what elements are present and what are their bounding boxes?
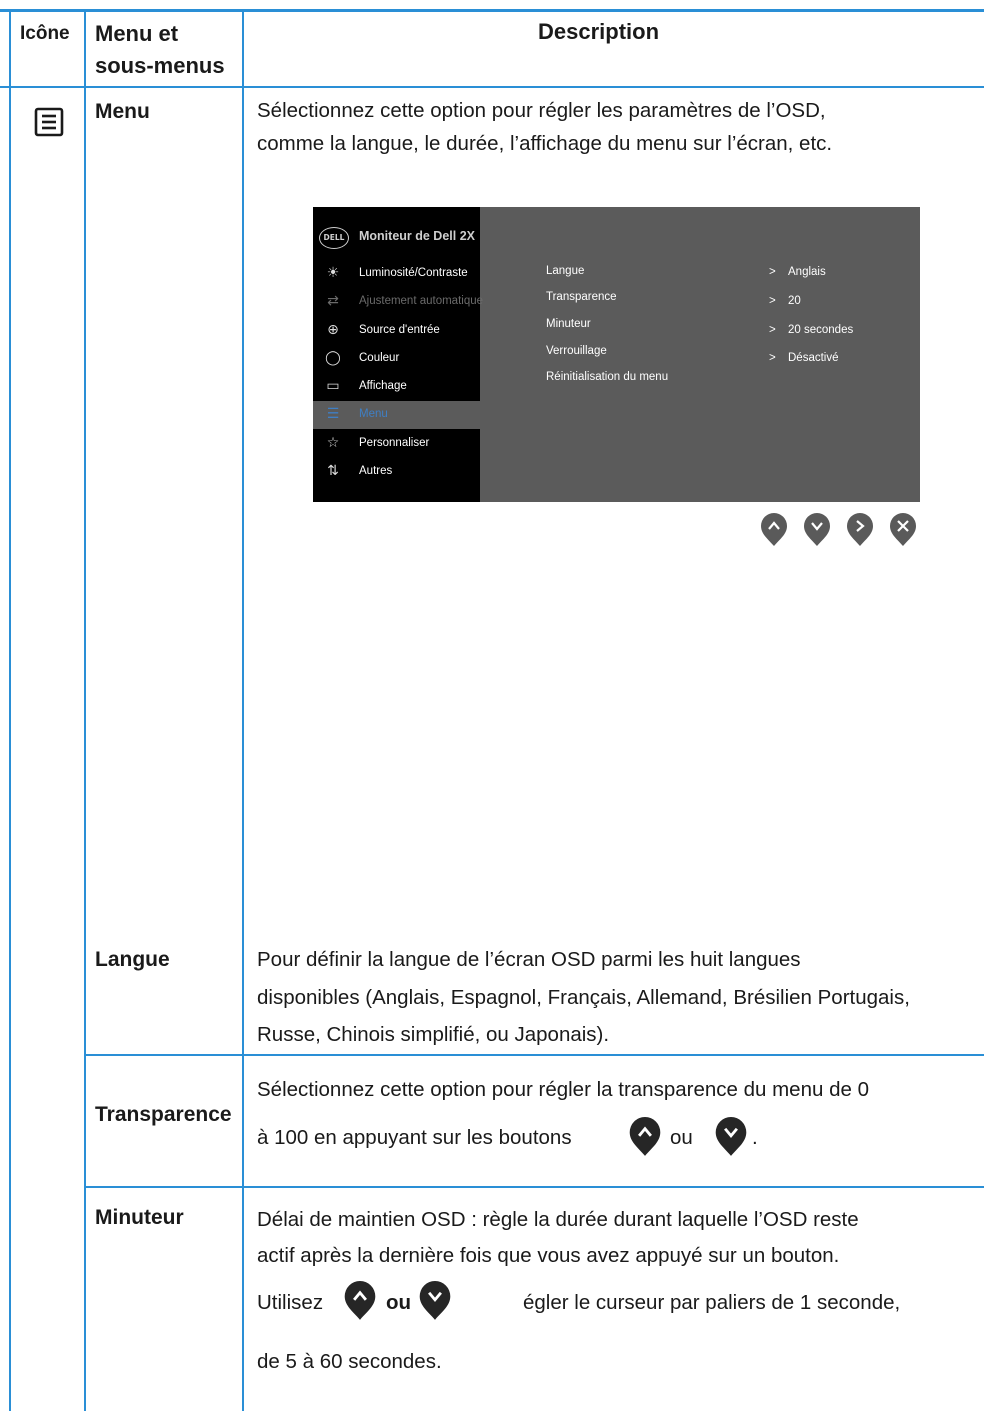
desc-transparence-line1: Sélectionnez cette option pour régler la… bbox=[257, 1078, 869, 1101]
osd-item-menu[interactable]: ☰ Menu bbox=[313, 401, 480, 429]
desc-transparence-line2c: . bbox=[752, 1126, 758, 1149]
osd-item-label: Luminosité/Contraste bbox=[359, 267, 468, 279]
down-button-inline bbox=[418, 1281, 452, 1321]
osd-arrow-verrouillage: > bbox=[769, 352, 776, 364]
desc-minuteur-line3a: Utilisez bbox=[257, 1291, 324, 1314]
chevron-up-icon bbox=[761, 513, 787, 546]
osd-value-verrouillage: Désactivé bbox=[788, 352, 839, 364]
header-menu-col-line1: Menu et bbox=[95, 21, 179, 46]
osd-item-luminosite[interactable]: ☀ Luminosité/Contraste bbox=[313, 260, 480, 288]
desc-transparence-line2a: à 100 en appuyant sur les boutons bbox=[257, 1126, 572, 1149]
osd-item-label: Ajustement automatique bbox=[359, 295, 484, 307]
osd-item-label: Affichage bbox=[359, 380, 407, 392]
brightness-icon: ☀ bbox=[326, 265, 340, 281]
term-minuteur: Minuteur bbox=[95, 1206, 184, 1229]
desc-minuteur-line2: actif après la dernière fois que vous av… bbox=[257, 1244, 840, 1267]
desc-menu-line1: Sélectionnez cette option pour régler le… bbox=[257, 99, 826, 122]
osd-item-label: Menu bbox=[359, 408, 388, 420]
header-icon-col: Icône bbox=[20, 23, 70, 44]
osd-value-minuteur: 20 secondes bbox=[788, 324, 854, 336]
right-button[interactable] bbox=[846, 513, 874, 547]
osd-setting-minuteur[interactable]: Minuteur bbox=[546, 318, 591, 330]
chevron-down-icon bbox=[804, 513, 830, 546]
desc-menu-line2: comme la langue, le durée, l’affichage d… bbox=[257, 132, 833, 155]
desc-langue-line2: disponibles (Anglais, Espagnol, Français… bbox=[257, 986, 910, 1009]
osd-setting-verrouillage[interactable]: Verrouillage bbox=[546, 345, 607, 357]
osd-screenshot: DELL Moniteur de Dell 2X ☀ Luminosité/Co… bbox=[313, 207, 920, 502]
desc-langue-line3: Russe, Chinois simplifié, ou Japonais). bbox=[257, 1023, 610, 1046]
chevron-up-icon bbox=[344, 1281, 376, 1320]
chevron-up-icon bbox=[629, 1117, 661, 1156]
color-icon: ◯ bbox=[325, 350, 341, 366]
term-transparence: Transparence bbox=[95, 1103, 232, 1126]
term-col-rule bbox=[242, 10, 244, 1411]
row-rule-transparence bbox=[84, 1186, 984, 1188]
others-icon: ⇅ bbox=[327, 463, 339, 479]
term-langue: Langue bbox=[95, 948, 170, 971]
osd-setting-transparence[interactable]: Transparence bbox=[546, 291, 617, 303]
display-icon: ▭ bbox=[326, 378, 340, 394]
row-rule-langue bbox=[84, 1054, 984, 1056]
auto-adjust-icon: ⇄ bbox=[327, 293, 339, 309]
menu-icon: ☰ bbox=[326, 406, 340, 422]
osd-item-autres[interactable]: ⇅ Autres bbox=[313, 458, 480, 486]
down-button-inline bbox=[714, 1117, 748, 1157]
osd-value-transparence: 20 bbox=[788, 295, 801, 307]
desc-minuteur-line1: Délai de maintien OSD : règle la durée d… bbox=[257, 1208, 859, 1231]
up-button-inline bbox=[343, 1281, 377, 1321]
star-icon: ☆ bbox=[326, 435, 340, 451]
osd-arrow-transparence: > bbox=[769, 295, 776, 307]
table-left-rule bbox=[9, 10, 11, 1411]
osd-item-label: Couleur bbox=[359, 352, 400, 364]
osd-setting-langue[interactable]: Langue bbox=[546, 265, 584, 277]
menu-icon bbox=[34, 107, 64, 142]
osd-arrow-minuteur: > bbox=[769, 324, 776, 336]
close-button[interactable] bbox=[889, 513, 917, 547]
chevron-down-icon bbox=[715, 1117, 747, 1156]
desc-minuteur-line3b: ou bbox=[386, 1291, 412, 1314]
osd-item-couleur[interactable]: ◯ Couleur bbox=[313, 345, 480, 373]
osd-item-source[interactable]: ⊕ Source d'entrée bbox=[313, 317, 480, 345]
osd-item-ajustement[interactable]: ⇄ Ajustement automatique bbox=[313, 288, 484, 316]
osd-item-label: Personnaliser bbox=[359, 437, 430, 449]
desc-minuteur-line3c: égler le curseur par paliers de 1 second… bbox=[523, 1291, 901, 1314]
table-top-rule bbox=[0, 9, 984, 12]
header-desc-col: Description bbox=[538, 19, 660, 44]
osd-value-langue: Anglais bbox=[788, 266, 826, 278]
desc-minuteur-line4: de 5 à 60 secondes. bbox=[257, 1350, 442, 1373]
chevron-down-icon bbox=[419, 1281, 451, 1320]
osd-item-affichage[interactable]: ▭ Affichage bbox=[313, 373, 480, 401]
header-menu-col-line2: sous-menus bbox=[95, 53, 225, 78]
dell-logo: DELL bbox=[319, 227, 349, 249]
up-button-inline bbox=[628, 1117, 662, 1157]
term-menu: Menu bbox=[95, 100, 150, 123]
desc-transparence-line2b: ou bbox=[670, 1126, 693, 1149]
osd-setting-reinitialisation[interactable]: Réinitialisation du menu bbox=[546, 371, 668, 383]
chevron-right-icon bbox=[847, 513, 873, 546]
osd-arrow-langue: > bbox=[769, 266, 776, 278]
osd-item-personnaliser[interactable]: ☆ Personnaliser bbox=[313, 430, 480, 458]
osd-item-label: Autres bbox=[359, 465, 393, 477]
up-button[interactable] bbox=[760, 513, 788, 547]
osd-item-label: Source d'entrée bbox=[359, 324, 440, 336]
input-source-icon: ⊕ bbox=[327, 322, 339, 338]
down-button[interactable] bbox=[803, 513, 831, 547]
desc-langue-line1: Pour définir la langue de l’écran OSD pa… bbox=[257, 948, 801, 971]
header-bottom-rule bbox=[0, 86, 984, 88]
close-icon bbox=[890, 513, 916, 546]
icon-col-rule bbox=[84, 10, 86, 1411]
osd-title: Moniteur de Dell 2X bbox=[359, 229, 475, 243]
